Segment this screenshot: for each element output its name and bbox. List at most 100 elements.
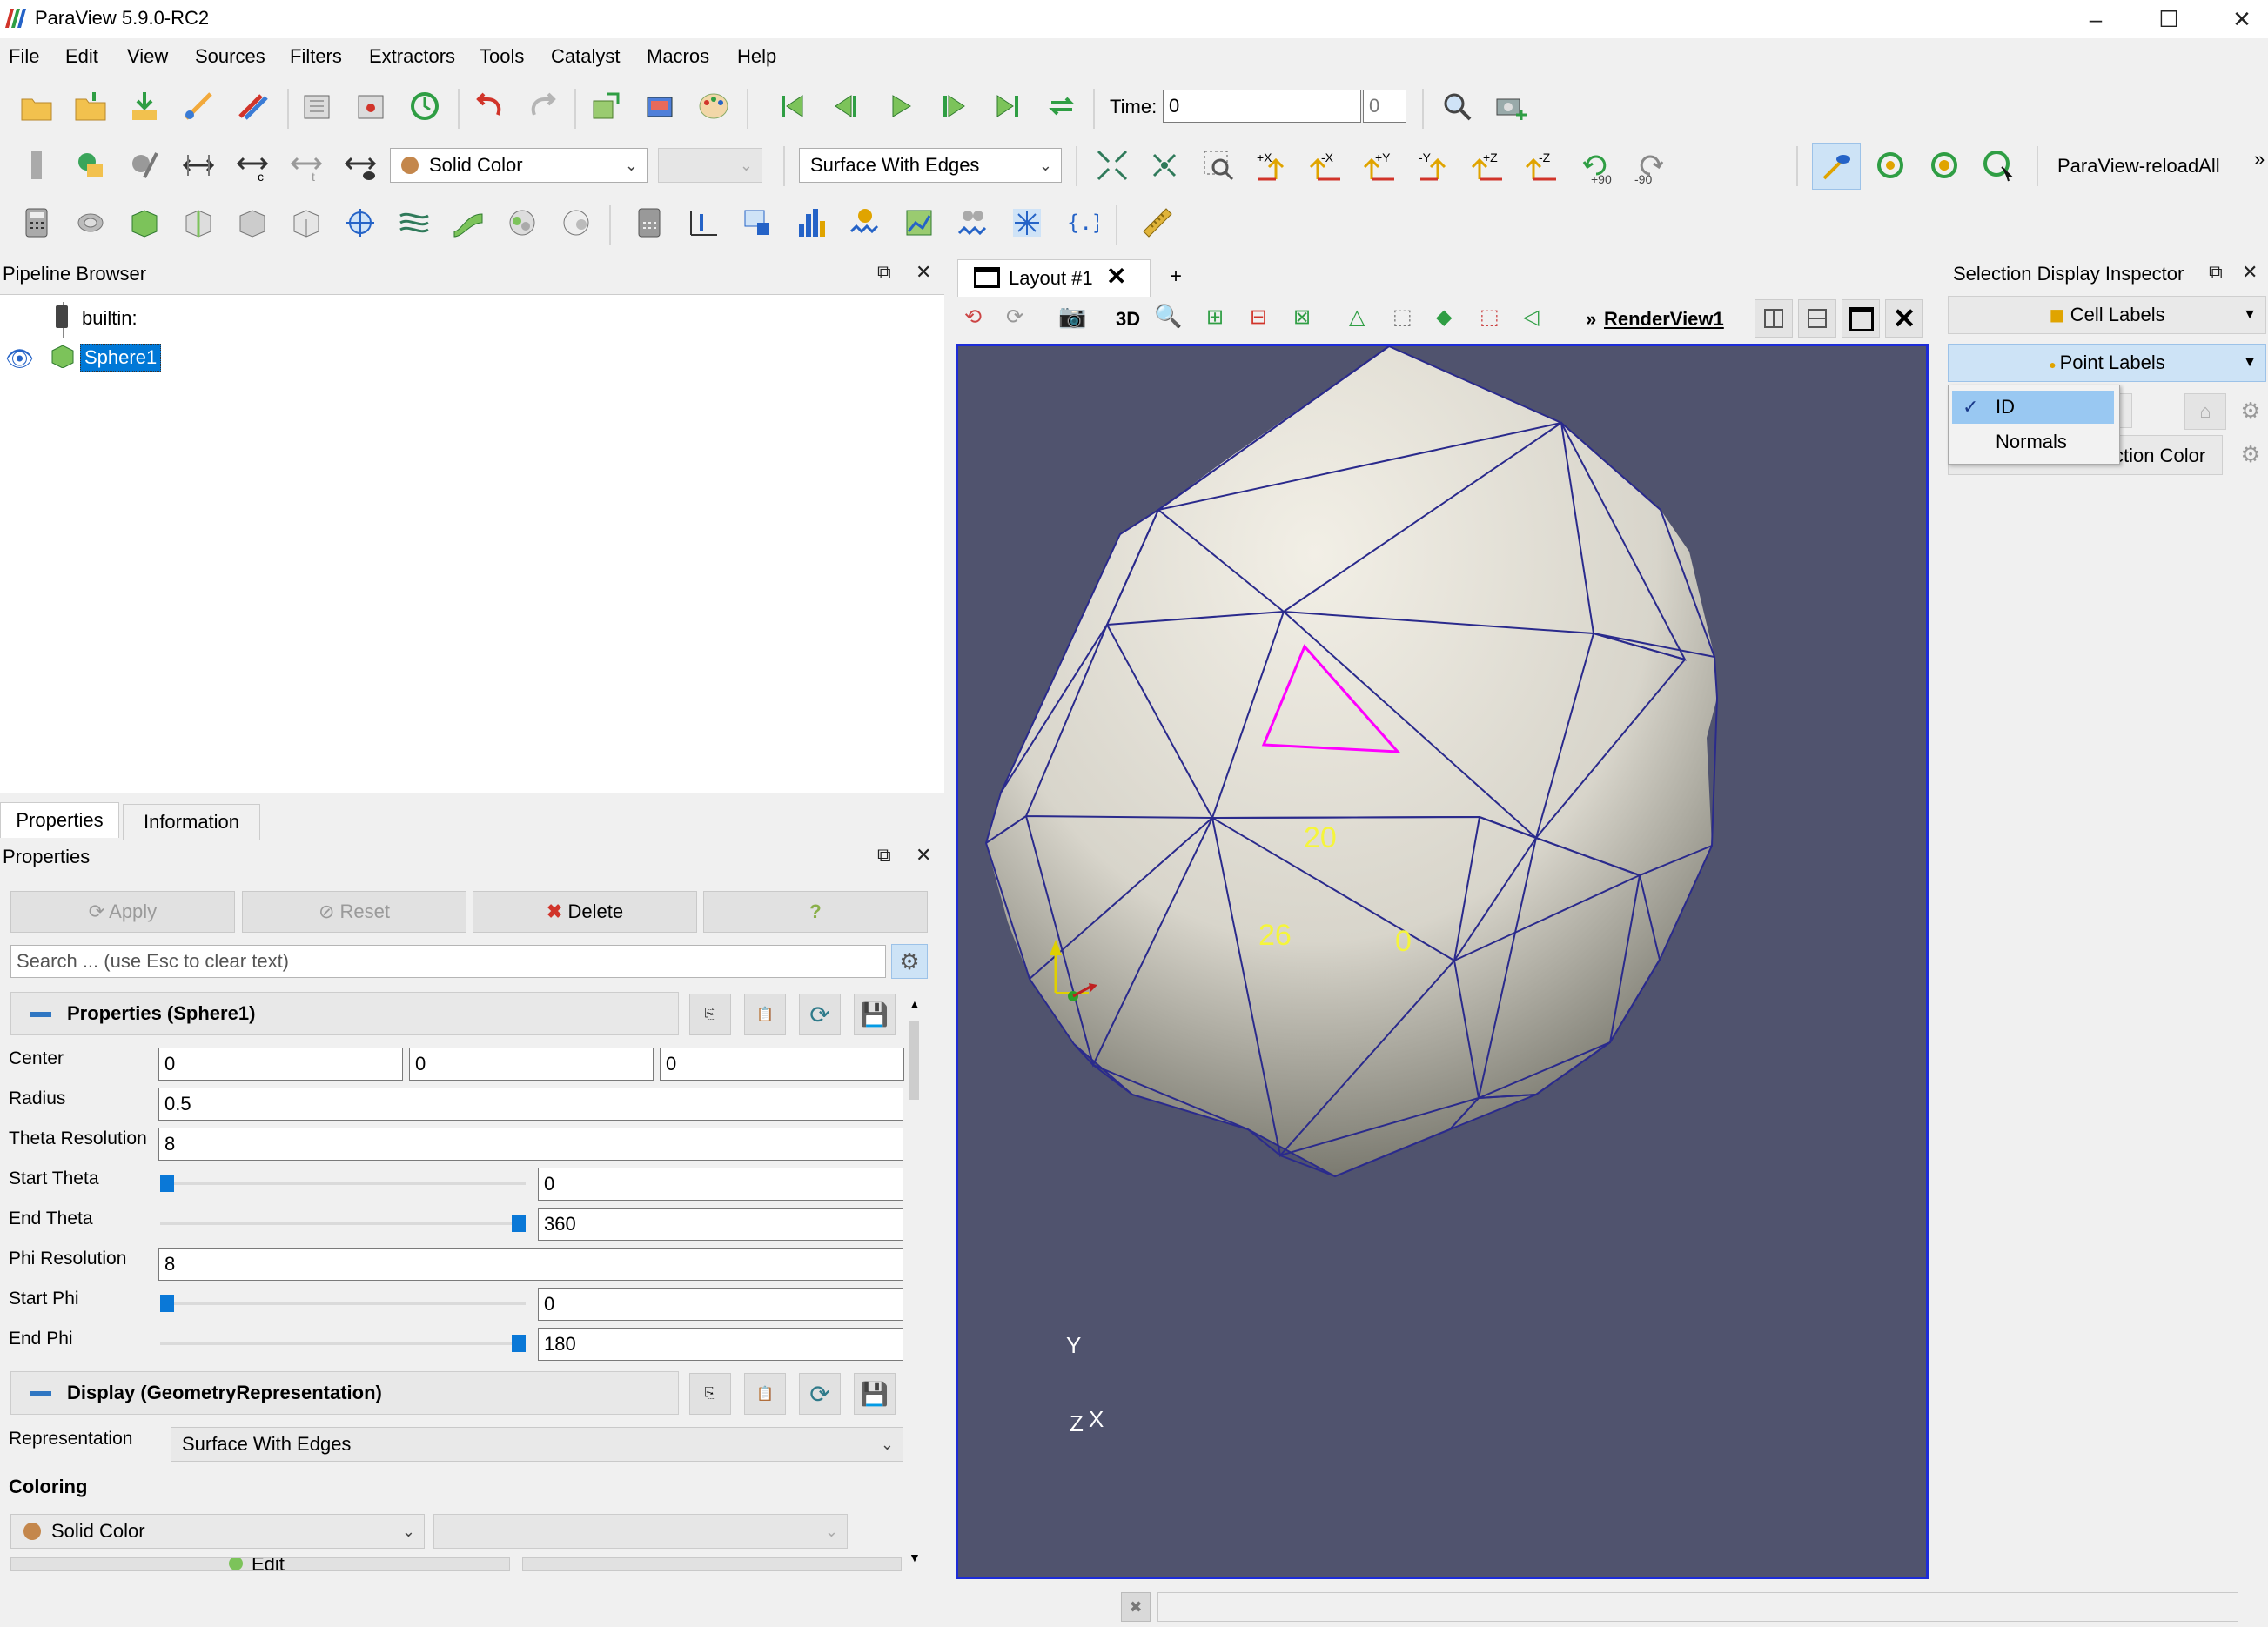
tab-properties[interactable]: Properties [0,802,119,838]
paste-icon[interactable]: 📋 [744,994,786,1035]
center-z-input[interactable]: 0 [660,1048,904,1081]
warp-by-vector-icon[interactable] [449,204,487,242]
cell-labels-button[interactable]: ◼ Cell Labels ▼ [1948,296,2266,334]
representation-select[interactable]: Surface With Edges ⌄ [171,1427,903,1462]
color-palette-icon[interactable] [694,87,733,125]
dropdown-item-normals[interactable]: Normals [1952,425,2114,459]
undock-icon[interactable]: ⧉ [877,261,891,284]
end-theta-slider-handle[interactable] [512,1215,526,1232]
start-theta-slider[interactable] [160,1182,526,1185]
label-settings-gear-icon[interactable]: ⚙ [2233,393,2268,428]
delete-button[interactable]: ✖ Delete [473,891,697,933]
redo-camera-icon[interactable]: ⟳ [1006,305,1023,330]
edit-colormap-icon[interactable] [125,146,164,184]
layout-tab[interactable]: Layout #1 ✕ [957,259,1151,297]
screenshot-icon[interactable] [641,87,679,125]
rescale-temporal-icon[interactable]: t [287,146,325,184]
start-theta-slider-handle[interactable] [160,1175,174,1192]
properties-scrollbar[interactable]: ▲ ▼ [909,997,921,1564]
python-script-icon[interactable]: {.} [1062,204,1100,242]
reset-button[interactable]: ⊘ Reset [242,891,466,933]
end-theta-input[interactable]: 360 [538,1208,903,1241]
contour-icon[interactable] [71,204,110,242]
extract-subset-icon[interactable] [287,204,325,242]
split-horizontal-icon[interactable] [1755,299,1793,338]
coloring-combo[interactable]: Solid Color ⌄ [390,148,648,183]
view-plus-x-icon[interactable]: +X [1253,146,1292,184]
maximize-button[interactable]: ☐ [2132,0,2205,38]
stream-tracer-icon[interactable] [395,204,433,242]
camera-plus-icon[interactable] [1492,87,1530,125]
start-phi-input[interactable]: 0 [538,1288,903,1321]
close-panel-icon[interactable]: ✕ [916,844,931,867]
menu-edit[interactable]: Edit [65,45,98,68]
theta-resolution-input[interactable]: 8 [158,1128,903,1161]
close-view-icon[interactable]: ✕ [1885,299,1923,338]
stream-seeds-icon[interactable] [1008,204,1046,242]
help-button[interactable]: ? [703,891,928,933]
add-layout-tab-button[interactable]: + [1170,264,1182,289]
menu-catalyst[interactable]: Catalyst [551,45,620,68]
zoom-to-data-icon[interactable] [1438,87,1476,125]
menu-macros[interactable]: Macros [647,45,709,68]
view-name-label[interactable]: RenderView1 [1604,308,1724,331]
minimize-button[interactable]: – [2059,0,2132,38]
interact-selection-toggle[interactable] [1812,143,1861,190]
macro-reload-all[interactable]: ParaView-reloadAll [2057,155,2220,177]
interactive-select-points-icon[interactable]: ⬚ [1480,305,1500,330]
plot-selection-icon[interactable] [738,204,776,242]
select-polygon-icon[interactable]: △ [1349,305,1365,330]
center-y-input[interactable]: 0 [409,1048,654,1081]
group-datasets-icon[interactable] [503,204,541,242]
advanced-gear-icon[interactable]: ⚙ [891,944,928,979]
maximize-view-icon[interactable] [1842,299,1880,338]
rescale-range-icon[interactable] [179,146,218,184]
copy-icon[interactable]: ⎘ [689,994,731,1035]
scalar-bar-icon[interactable] [17,146,56,184]
calculator-icon[interactable] [17,204,56,242]
render-view[interactable]: 20 26 0 Y Z X [956,344,1929,1579]
rescale-visible-icon[interactable] [341,146,379,184]
capture-view-icon[interactable]: ⟲ [964,305,982,330]
menu-sources[interactable]: Sources [195,45,265,68]
point-labels-button[interactable]: ● Point Labels ▼ [1948,344,2266,382]
close-panel-icon[interactable]: ✕ [916,261,931,284]
save-state-icon[interactable] [352,87,390,125]
visibility-eye-icon[interactable]: 👁 [5,345,34,372]
properties-section-header[interactable]: Properties (Sphere1) [10,992,679,1035]
progress-abort-icon[interactable]: ✖ [1121,1592,1151,1622]
menu-file[interactable]: File [9,45,39,68]
display-section-header[interactable]: Display (GeometryRepresentation) [10,1371,679,1415]
first-frame-icon[interactable] [773,87,811,125]
time-input[interactable]: 0 [1163,90,1361,123]
radius-input[interactable]: 0.5 [158,1088,903,1121]
end-phi-slider-handle[interactable] [512,1335,526,1352]
reload-icon[interactable]: ⟳ [799,994,841,1035]
end-phi-input[interactable]: 180 [538,1328,903,1361]
phi-resolution-input[interactable]: 8 [158,1248,903,1281]
slice-icon[interactable] [179,204,218,242]
view-minus-z-icon[interactable]: -Z [1523,146,1561,184]
zoom-to-box-icon[interactable] [1199,146,1238,184]
apply-button[interactable]: ⟳ Apply [10,891,235,933]
link-views-icon[interactable] [1925,146,1963,184]
center-x-input[interactable]: 0 [158,1048,403,1081]
close-panel-icon[interactable]: ✕ [2242,261,2258,284]
save-defaults-icon[interactable]: 💾 [854,994,896,1035]
save-defaults-icon[interactable]: 💾 [854,1373,896,1415]
rescale-custom-icon[interactable]: c [233,146,272,184]
load-state-icon[interactable] [298,87,336,125]
reload-icon[interactable]: ⟳ [799,1373,841,1415]
pipeline-item-sphere1[interactable]: Sphere1 [80,344,162,372]
reload-cursor-icon[interactable] [1979,146,2017,184]
properties-search-input[interactable]: Search ... (use Esc to clear text) [10,945,886,978]
close-tab-icon[interactable]: ✕ [1106,262,1126,291]
view-plus-y-icon[interactable]: +Y [1361,146,1399,184]
start-phi-slider[interactable] [160,1302,526,1305]
pipeline-root-builtin[interactable]: builtin: [82,307,138,330]
scroll-down-icon[interactable]: ▼ [909,1550,921,1564]
python-calculator-icon[interactable] [630,204,668,242]
end-theta-slider[interactable] [160,1222,526,1225]
histogram-icon[interactable] [792,204,830,242]
open-recent-icon[interactable] [71,87,110,125]
